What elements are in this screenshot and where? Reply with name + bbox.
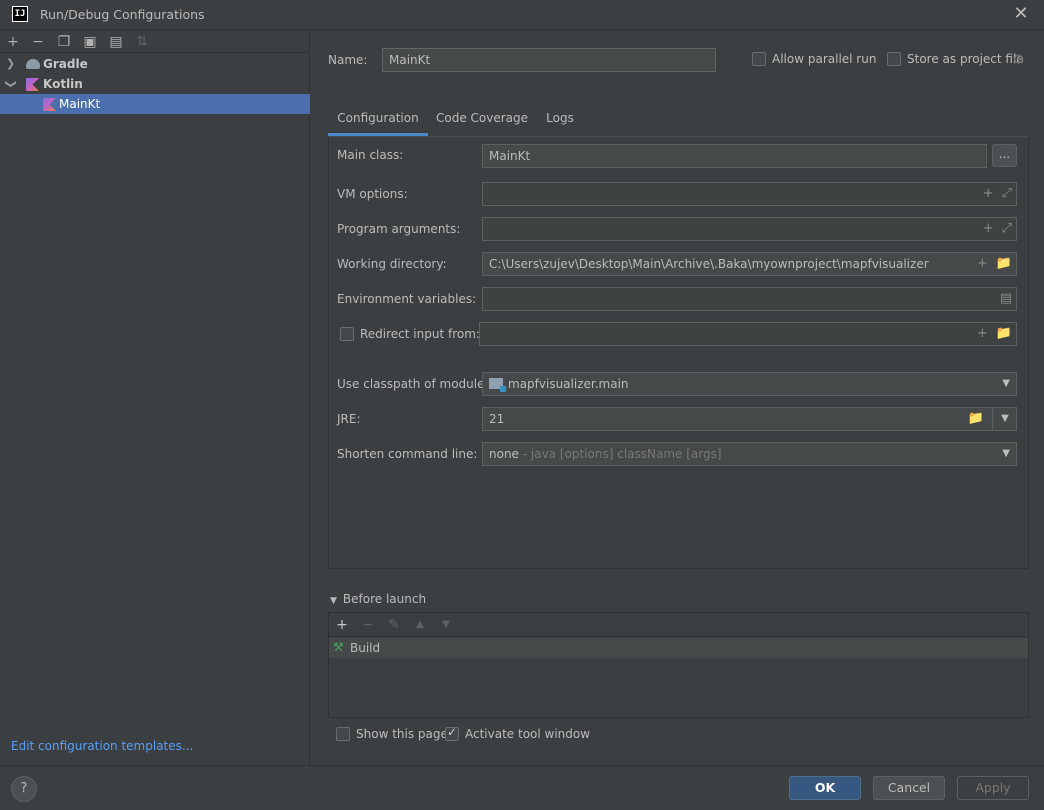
folder-icon[interactable]: 📁 <box>996 326 1012 341</box>
plus-icon[interactable]: + <box>977 326 988 341</box>
add-icon[interactable]: + <box>332 615 352 635</box>
shorten-command-line-select[interactable]: none - java [options] className [args] ▼ <box>482 442 1017 466</box>
add-icon[interactable]: + <box>3 32 23 52</box>
redirect-input-field[interactable]: + 📁 <box>479 322 1017 346</box>
hammer-icon: ⚒ <box>333 640 344 654</box>
classpath-module-label: Use classpath of module: <box>337 377 489 391</box>
activate-tool-window-checkbox[interactable] <box>445 725 459 741</box>
remove-icon: − <box>362 617 374 633</box>
chevron-right-icon[interactable]: ❯ <box>6 54 15 74</box>
ok-button[interactable]: OK <box>789 776 861 800</box>
tree-item-label: Gradle <box>43 57 88 71</box>
tab-bar: Configuration Code Coverage Logs <box>328 106 1028 136</box>
module-icon <box>489 378 506 392</box>
edit-icon: ✎ <box>388 617 400 633</box>
remove-icon[interactable]: − <box>28 32 48 52</box>
jre-value: 21 <box>489 412 505 426</box>
tree-item-mainkt[interactable]: MainKt <box>0 94 310 114</box>
environment-variables-label: Environment variables: <box>337 292 477 306</box>
task-label: Build <box>350 641 381 655</box>
tree-item-label: MainKt <box>59 97 101 111</box>
sort-icon: ⇅ <box>136 34 148 50</box>
expand-icon[interactable]: ⤢ <box>1002 186 1012 201</box>
show-page-checkbox[interactable] <box>336 727 350 741</box>
copy-icon[interactable]: ❐ <box>54 32 74 52</box>
plus-icon[interactable]: + <box>977 256 988 271</box>
triangle-down-icon[interactable]: ▼ <box>330 596 337 606</box>
tree-item-label: Kotlin <box>43 77 83 91</box>
program-arguments-label: Program arguments: <box>337 222 461 236</box>
working-directory-value: C:\Users\zujev\Desktop\Main\Archive\.Bak… <box>489 257 929 271</box>
configurations-sidebar: + − ❐ ▣ ▤ ⇅ ❯ Gradle ❯ Kotlin MainKt Edi… <box>0 31 310 765</box>
edit-templates-link[interactable]: Edit configuration templates... <box>11 739 193 753</box>
move-down-icon: ▼ <box>442 619 450 630</box>
shorten-command-line-value: none <box>489 447 519 461</box>
chevron-down-icon[interactable]: ▼ <box>1002 373 1010 395</box>
before-launch-label: Before launch <box>342 592 427 606</box>
jre-select[interactable]: 21 📁 <box>482 407 1017 431</box>
chevron-down-icon[interactable]: ❯ <box>1 79 21 88</box>
kotlin-icon <box>43 98 56 111</box>
name-input[interactable]: MainKt <box>382 48 716 72</box>
chevron-down-icon[interactable]: ▼ <box>1002 443 1010 465</box>
new-folder-icon[interactable]: ▤ <box>106 32 126 52</box>
save-icon[interactable]: ▣ <box>80 32 100 52</box>
chevron-down-icon[interactable]: ▼ <box>992 407 1017 431</box>
activate-tool-window-label: Activate tool window <box>465 727 591 741</box>
tree-item-kotlin[interactable]: ❯ Kotlin <box>0 74 310 94</box>
close-icon[interactable]: ✕ <box>1012 4 1030 24</box>
gradle-icon <box>26 59 40 69</box>
store-project-checkbox[interactable] <box>887 52 901 66</box>
gear-icon[interactable]: ⚙ <box>1012 52 1025 68</box>
main-class-label: Main class: <box>337 148 404 162</box>
apply-button[interactable]: Apply <box>957 776 1029 800</box>
environment-variables-input[interactable]: ▤ <box>482 287 1017 311</box>
main-class-input[interactable]: MainKt <box>482 144 987 168</box>
plus-icon[interactable]: + <box>983 186 994 201</box>
cancel-button[interactable]: Cancel <box>873 776 945 800</box>
program-arguments-input[interactable]: + ⤢ <box>482 217 1017 241</box>
shorten-command-line-label: Shorten command line: <box>337 447 478 461</box>
tab-code-coverage[interactable]: Code Coverage <box>432 106 532 136</box>
kotlin-icon <box>26 78 39 91</box>
shorten-command-line-hint: - java [options] className [args] <box>518 447 722 461</box>
help-button[interactable]: ? <box>11 776 37 802</box>
folder-icon[interactable]: 📁 <box>996 256 1012 271</box>
intellij-logo-icon: IJ <box>12 6 28 22</box>
tab-configuration[interactable]: Configuration <box>328 106 428 136</box>
document-icon[interactable]: ▤ <box>1000 291 1012 306</box>
plus-icon[interactable]: + <box>983 221 994 236</box>
vm-options-input[interactable]: + ⤢ <box>482 182 1017 206</box>
store-project-label: Store as project file <box>907 52 1024 66</box>
expand-icon[interactable]: ⤢ <box>1002 221 1012 236</box>
before-launch-task-build[interactable]: ⚒ Build <box>329 638 1028 658</box>
working-directory-label: Working directory: <box>337 257 447 271</box>
show-page-label: Show this page <box>356 727 448 741</box>
allow-parallel-checkbox[interactable] <box>752 52 766 66</box>
vm-options-label: VM options: <box>337 187 408 201</box>
tree-item-gradle[interactable]: ❯ Gradle <box>0 54 310 74</box>
classpath-module-select[interactable]: mapfvisualizer.main ▼ <box>482 372 1017 396</box>
tab-logs[interactable]: Logs <box>538 106 582 136</box>
working-directory-input[interactable]: C:\Users\zujev\Desktop\Main\Archive\.Bak… <box>482 252 1017 276</box>
sidebar-toolbar: + − ❐ ▣ ▤ ⇅ <box>0 31 310 53</box>
before-launch-toolbar: + − ✎ ▲ ▼ <box>329 613 1028 637</box>
before-launch-header[interactable]: ▼ Before launch <box>330 592 426 606</box>
move-up-icon: ▲ <box>416 619 424 630</box>
window-title: Run/Debug Configurations <box>40 7 205 22</box>
jre-label: JRE: <box>337 412 361 426</box>
name-label: Name: <box>328 53 368 67</box>
folder-icon[interactable]: 📁 <box>968 411 984 426</box>
classpath-module-value: mapfvisualizer.main <box>508 377 629 391</box>
browse-button[interactable]: ... <box>992 144 1017 167</box>
redirect-input-checkbox[interactable] <box>340 327 354 341</box>
allow-parallel-label: Allow parallel run <box>772 52 877 66</box>
redirect-input-label: Redirect input from: <box>360 327 480 341</box>
